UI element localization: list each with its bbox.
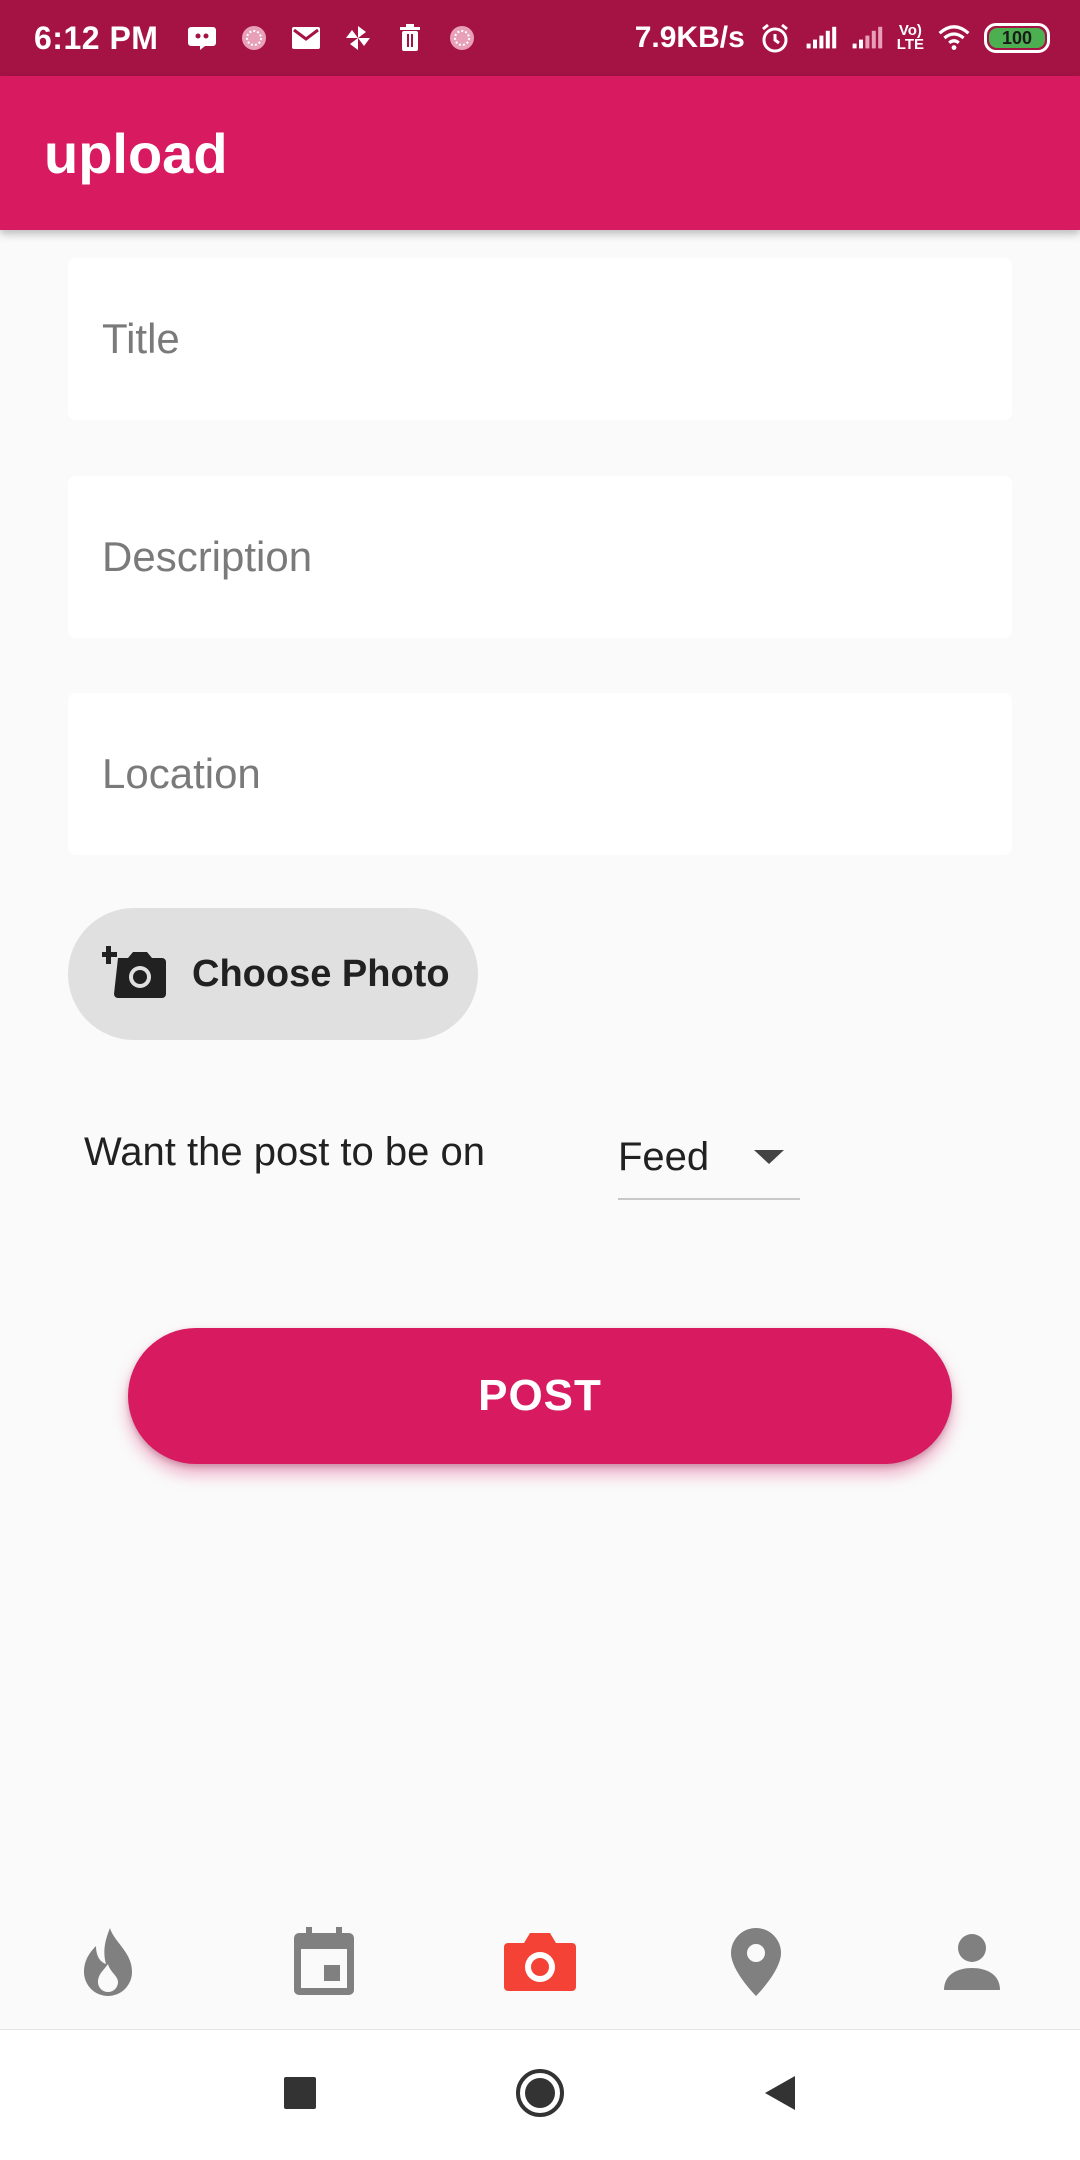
app-icon [446,22,478,54]
signal-icon [805,22,837,54]
title-field[interactable] [68,258,1012,420]
nav-item-map[interactable] [701,1910,811,2020]
lte-label: LTE [896,36,924,53]
calendar-icon [292,1927,356,2002]
home-button[interactable] [505,2060,575,2130]
destination-dropdown[interactable]: Feed [618,1116,800,1200]
pinwheel-icon [342,22,374,54]
square-icon [283,2076,317,2115]
status-time: 6:12 PM [34,19,159,56]
network-speed: 7.9KB/s [634,21,745,54]
choose-photo-button[interactable]: Choose Photo [68,908,478,1040]
battery-level: 100 [989,28,1045,48]
nav-item-trending[interactable] [53,1910,163,2020]
gmail-icon [290,22,322,54]
bottom-navigation [0,1900,1080,2030]
app-bar: upload [0,76,1080,230]
choose-photo-label: Choose Photo [192,952,450,995]
location-pin-icon [729,1926,783,2003]
description-input[interactable] [102,533,1012,581]
nav-item-events[interactable] [269,1910,379,2020]
system-navigation-bar [0,2030,1080,2160]
flame-icon [78,1926,138,2003]
destination-selected: Feed [618,1134,710,1179]
camera-icon [504,1929,576,2000]
alarm-icon [759,22,791,54]
discord-icon [186,22,218,54]
dropdown-arrow-icon [754,1150,784,1164]
signal-icon [851,22,883,54]
circle-icon [514,2067,566,2124]
location-input[interactable] [102,750,1012,798]
status-bar: 6:12 PM 7.9KB/s Vo) LTE 100 [0,0,1080,76]
person-icon [942,1932,1002,1997]
app-icon [238,22,270,54]
wifi-icon [938,22,970,54]
title-input[interactable] [102,315,1012,363]
trash-icon [394,22,426,54]
post-button-label: POST [478,1371,602,1420]
add-a-photo-icon [100,944,168,1005]
location-field[interactable] [68,693,1012,855]
nav-item-profile[interactable] [917,1910,1027,2020]
page-title: upload [44,121,228,185]
battery-icon: 100 [984,23,1050,53]
back-triangle-icon [763,2074,797,2117]
destination-label: Want the post to be on [84,1130,485,1174]
description-field[interactable] [68,476,1012,638]
volte-icon: Vo) LTE [896,23,924,53]
nav-item-upload[interactable] [485,1910,595,2020]
recents-button[interactable] [265,2060,335,2130]
post-button[interactable]: POST [128,1328,952,1464]
back-button[interactable] [745,2060,815,2130]
